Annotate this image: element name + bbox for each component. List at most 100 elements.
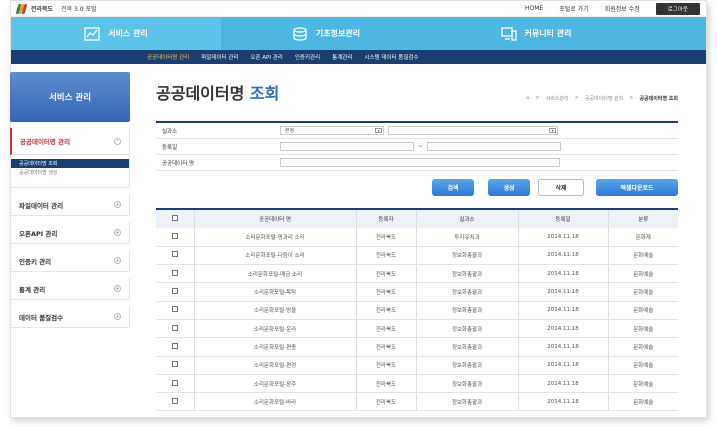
table-row[interactable]: 소리문화포털-장주 전라북도 정보화총괄과 2014.11.18 문화예술 xyxy=(156,374,678,394)
data-name-cell[interactable]: 소리문화포털-바라 xyxy=(194,392,357,412)
office-cell: 정보화총괄과 xyxy=(416,337,519,357)
data-name-cell[interactable]: 소리문화포털-목탁 xyxy=(194,282,357,302)
table-row[interactable]: 소리문화포털-목탁 전라북도 정보화총괄과 2014.11.18 문화예술 xyxy=(156,282,678,302)
table-row[interactable]: 소리문화포털-명과리 소리 전라북도 투자유치과 2014.11.18 문화재 xyxy=(156,228,678,247)
breadcrumb-item[interactable]: 공공데이터명 관리 xyxy=(585,95,623,102)
search-form: 실과소 본청 ▾ ▾ 등록일 ~ 공공데이터 명 xyxy=(156,121,678,171)
column-header[interactable]: 분류 xyxy=(608,208,678,228)
data-name-cell[interactable]: 소리문화포털-편경 xyxy=(194,356,357,375)
data-name-cell[interactable]: 소리문화포털-편종 xyxy=(194,337,357,357)
row-checkbox[interactable] xyxy=(171,232,178,239)
table-header-row: 공공데이터 명 등록자 실과소 등록일 분류 xyxy=(156,208,678,228)
end-date-input[interactable] xyxy=(426,142,561,151)
table-row[interactable]: 소리문화포털-다듬이 소리 전라북도 정보화총괄과 2014.11.18 문화예술 xyxy=(156,246,678,266)
category-cell: 문화예술 xyxy=(608,246,678,266)
office-cell: 정보화총괄과 xyxy=(416,356,519,375)
sidebar-item-label: 통계 관리 xyxy=(19,285,46,294)
row-checkbox[interactable] xyxy=(171,269,178,276)
subnav-file-data[interactable]: 파일데이터 관리 xyxy=(201,53,238,61)
row-checkbox[interactable] xyxy=(171,306,178,313)
home-icon[interactable]: ⌂ xyxy=(526,95,529,102)
office-select[interactable]: 본청 ▾ xyxy=(280,126,384,135)
category-cell: 문화예술 xyxy=(608,301,678,320)
sidebar-item-open-api[interactable]: 오픈API 관리 + xyxy=(10,222,130,244)
row-checkbox[interactable] xyxy=(171,361,178,368)
select-all-checkbox[interactable] xyxy=(171,215,178,221)
main-tab-service[interactable]: 서비스 관리 xyxy=(11,17,221,50)
row-checkbox[interactable] xyxy=(171,379,178,386)
main-nav: 서비스 관리 기초정보관리 커뮤니티 관리 xyxy=(11,17,706,50)
column-header[interactable]: 공공데이터 명 xyxy=(194,208,357,228)
subnav-open-api[interactable]: 오픈 API 관리 xyxy=(250,53,282,61)
data-name-cell[interactable]: 소리문화포털-운라 xyxy=(194,319,357,339)
sidebar-item-file-data[interactable]: 파일데이터 관리 + xyxy=(10,194,130,216)
subnav-auth-key[interactable]: 인증키관리 xyxy=(295,53,320,61)
registrant-cell: 전라북도 xyxy=(356,264,417,284)
home-link[interactable]: HOME xyxy=(525,5,543,12)
sidebar-item-quality[interactable]: 데이터 품질검수 + xyxy=(10,306,130,328)
row-select-cell xyxy=(156,301,195,320)
data-name-cell[interactable]: 소리문화포털-방울 xyxy=(194,301,357,320)
sidebar-item-stats[interactable]: 통계 관리 + xyxy=(10,278,130,300)
edit-profile-link[interactable]: 회원정보 수정 xyxy=(605,4,640,13)
start-date-input[interactable] xyxy=(280,142,414,151)
table-row[interactable]: 소리문화포털-바라 전라북도 정보화총괄과 2014.11.18 문화예술 xyxy=(156,392,678,412)
table-row[interactable]: 소리문화포털-매금 소리 전라북도 정보화총괄과 2014.11.18 문화예술 xyxy=(156,264,678,284)
registrant-cell: 전라북도 xyxy=(356,392,417,412)
logo[interactable]: 전라북도 전북 3.0 포털 xyxy=(15,3,97,14)
main-tab-label: 서비스 관리 xyxy=(108,29,148,38)
registrant-cell: 전라북도 xyxy=(356,356,417,375)
data-name-cell[interactable]: 소리문화포털-다듬이 소리 xyxy=(194,246,357,266)
table-row[interactable]: 소리문화포털-운라 전라북도 정보화총괄과 2014.11.18 문화예술 xyxy=(156,319,678,339)
date-label: 등록일 xyxy=(162,144,178,151)
row-checkbox[interactable] xyxy=(171,251,178,258)
department-select[interactable]: ▾ xyxy=(388,126,558,135)
data-name-cell[interactable]: 소리문화포털-장주 xyxy=(194,374,357,394)
registrant-cell: 전라북도 xyxy=(356,246,417,266)
sidebar: 서비스 관리 공공데이터명 관리 › 공공데이터명 조회 공공데이터명 생성 파… xyxy=(10,72,130,328)
main-content: 공공데이터명 조회 ⌂ > 서비스관리 > 공공데이터명 관리 > 공공데이터명… xyxy=(156,80,678,412)
excel-download-button[interactable]: 엑셀다운로드 xyxy=(596,179,678,196)
data-name-cell[interactable]: 소리문화포털-매금 소리 xyxy=(194,264,357,284)
data-name-cell[interactable]: 소리문화포털-명과리 소리 xyxy=(194,228,357,247)
breadcrumb-current: 공공데이터명 조회 xyxy=(639,96,678,102)
delete-button[interactable]: 삭제 xyxy=(538,179,584,196)
column-header[interactable]: 실과소 xyxy=(416,208,519,228)
breadcrumb-item[interactable]: 서비스관리 xyxy=(546,95,569,102)
logout-button[interactable]: 로그아웃 xyxy=(655,2,700,15)
data-name-input[interactable] xyxy=(280,158,560,167)
main-tab-community[interactable]: 커뮤니티 관리 xyxy=(431,17,641,50)
table-body: 소리문화포털-명과리 소리 전라북도 투자유치과 2014.11.18 문화재 소리문화포… xyxy=(156,228,678,412)
logo-text: 전라북도 xyxy=(31,6,54,13)
chevron-down-icon: ▾ xyxy=(549,128,556,133)
portal-link[interactable]: 포털로 가기 xyxy=(559,4,589,13)
sidebar-item-public-data[interactable]: 공공데이터명 관리 › xyxy=(10,128,130,155)
sidebar-item-auth-key[interactable]: 인증키 관리 + xyxy=(10,250,130,272)
table-row[interactable]: 소리문화포털-편종 전라북도 정보화총괄과 2014.11.18 문화예술 xyxy=(156,337,678,357)
registrant-cell: 전라북도 xyxy=(356,374,417,394)
chart-icon xyxy=(84,26,100,41)
row-checkbox[interactable] xyxy=(171,288,178,295)
reg-date-cell: 2014.11.18 xyxy=(518,319,609,339)
column-header[interactable]: 등록일 xyxy=(518,208,609,228)
search-button[interactable]: 검색 xyxy=(432,179,474,196)
plus-icon: + xyxy=(114,285,121,292)
page-header: 공공데이터명 조회 ⌂ > 서비스관리 > 공공데이터명 관리 > 공공데이터명… xyxy=(156,80,678,104)
row-checkbox[interactable] xyxy=(171,324,178,331)
create-button[interactable]: 생성 xyxy=(488,179,530,196)
subnav-stats[interactable]: 통계관리 xyxy=(332,53,352,61)
category-cell: 문화예술 xyxy=(608,319,678,339)
table-row[interactable]: 소리문화포털-방울 전라북도 정보화총괄과 2014.11.18 문화예술 xyxy=(156,301,678,320)
main-tab-label: 커뮤니티 관리 xyxy=(524,29,572,38)
subnav-quality[interactable]: 시스템 데이터 품질검수 xyxy=(364,53,418,61)
top-links: HOME 포털로 가기 회원정보 수정 로그아웃 xyxy=(525,2,700,15)
reg-date-cell: 2014.11.18 xyxy=(518,356,609,375)
row-checkbox[interactable] xyxy=(171,342,178,349)
column-header[interactable]: 등록자 xyxy=(356,208,417,228)
sidebar-subitem-view[interactable]: 공공데이터명 조회 xyxy=(11,159,129,168)
table-row[interactable]: 소리문화포털-편경 전라북도 정보화총괄과 2014.11.18 문화예술 xyxy=(156,356,678,375)
main-tab-basic-info[interactable]: 기초정보관리 xyxy=(221,17,431,50)
sidebar-subitem-create[interactable]: 공공데이터명 생성 xyxy=(11,168,129,177)
subnav-public-data[interactable]: 공공데이터명 관리 xyxy=(147,53,189,61)
row-checkbox[interactable] xyxy=(171,397,178,404)
